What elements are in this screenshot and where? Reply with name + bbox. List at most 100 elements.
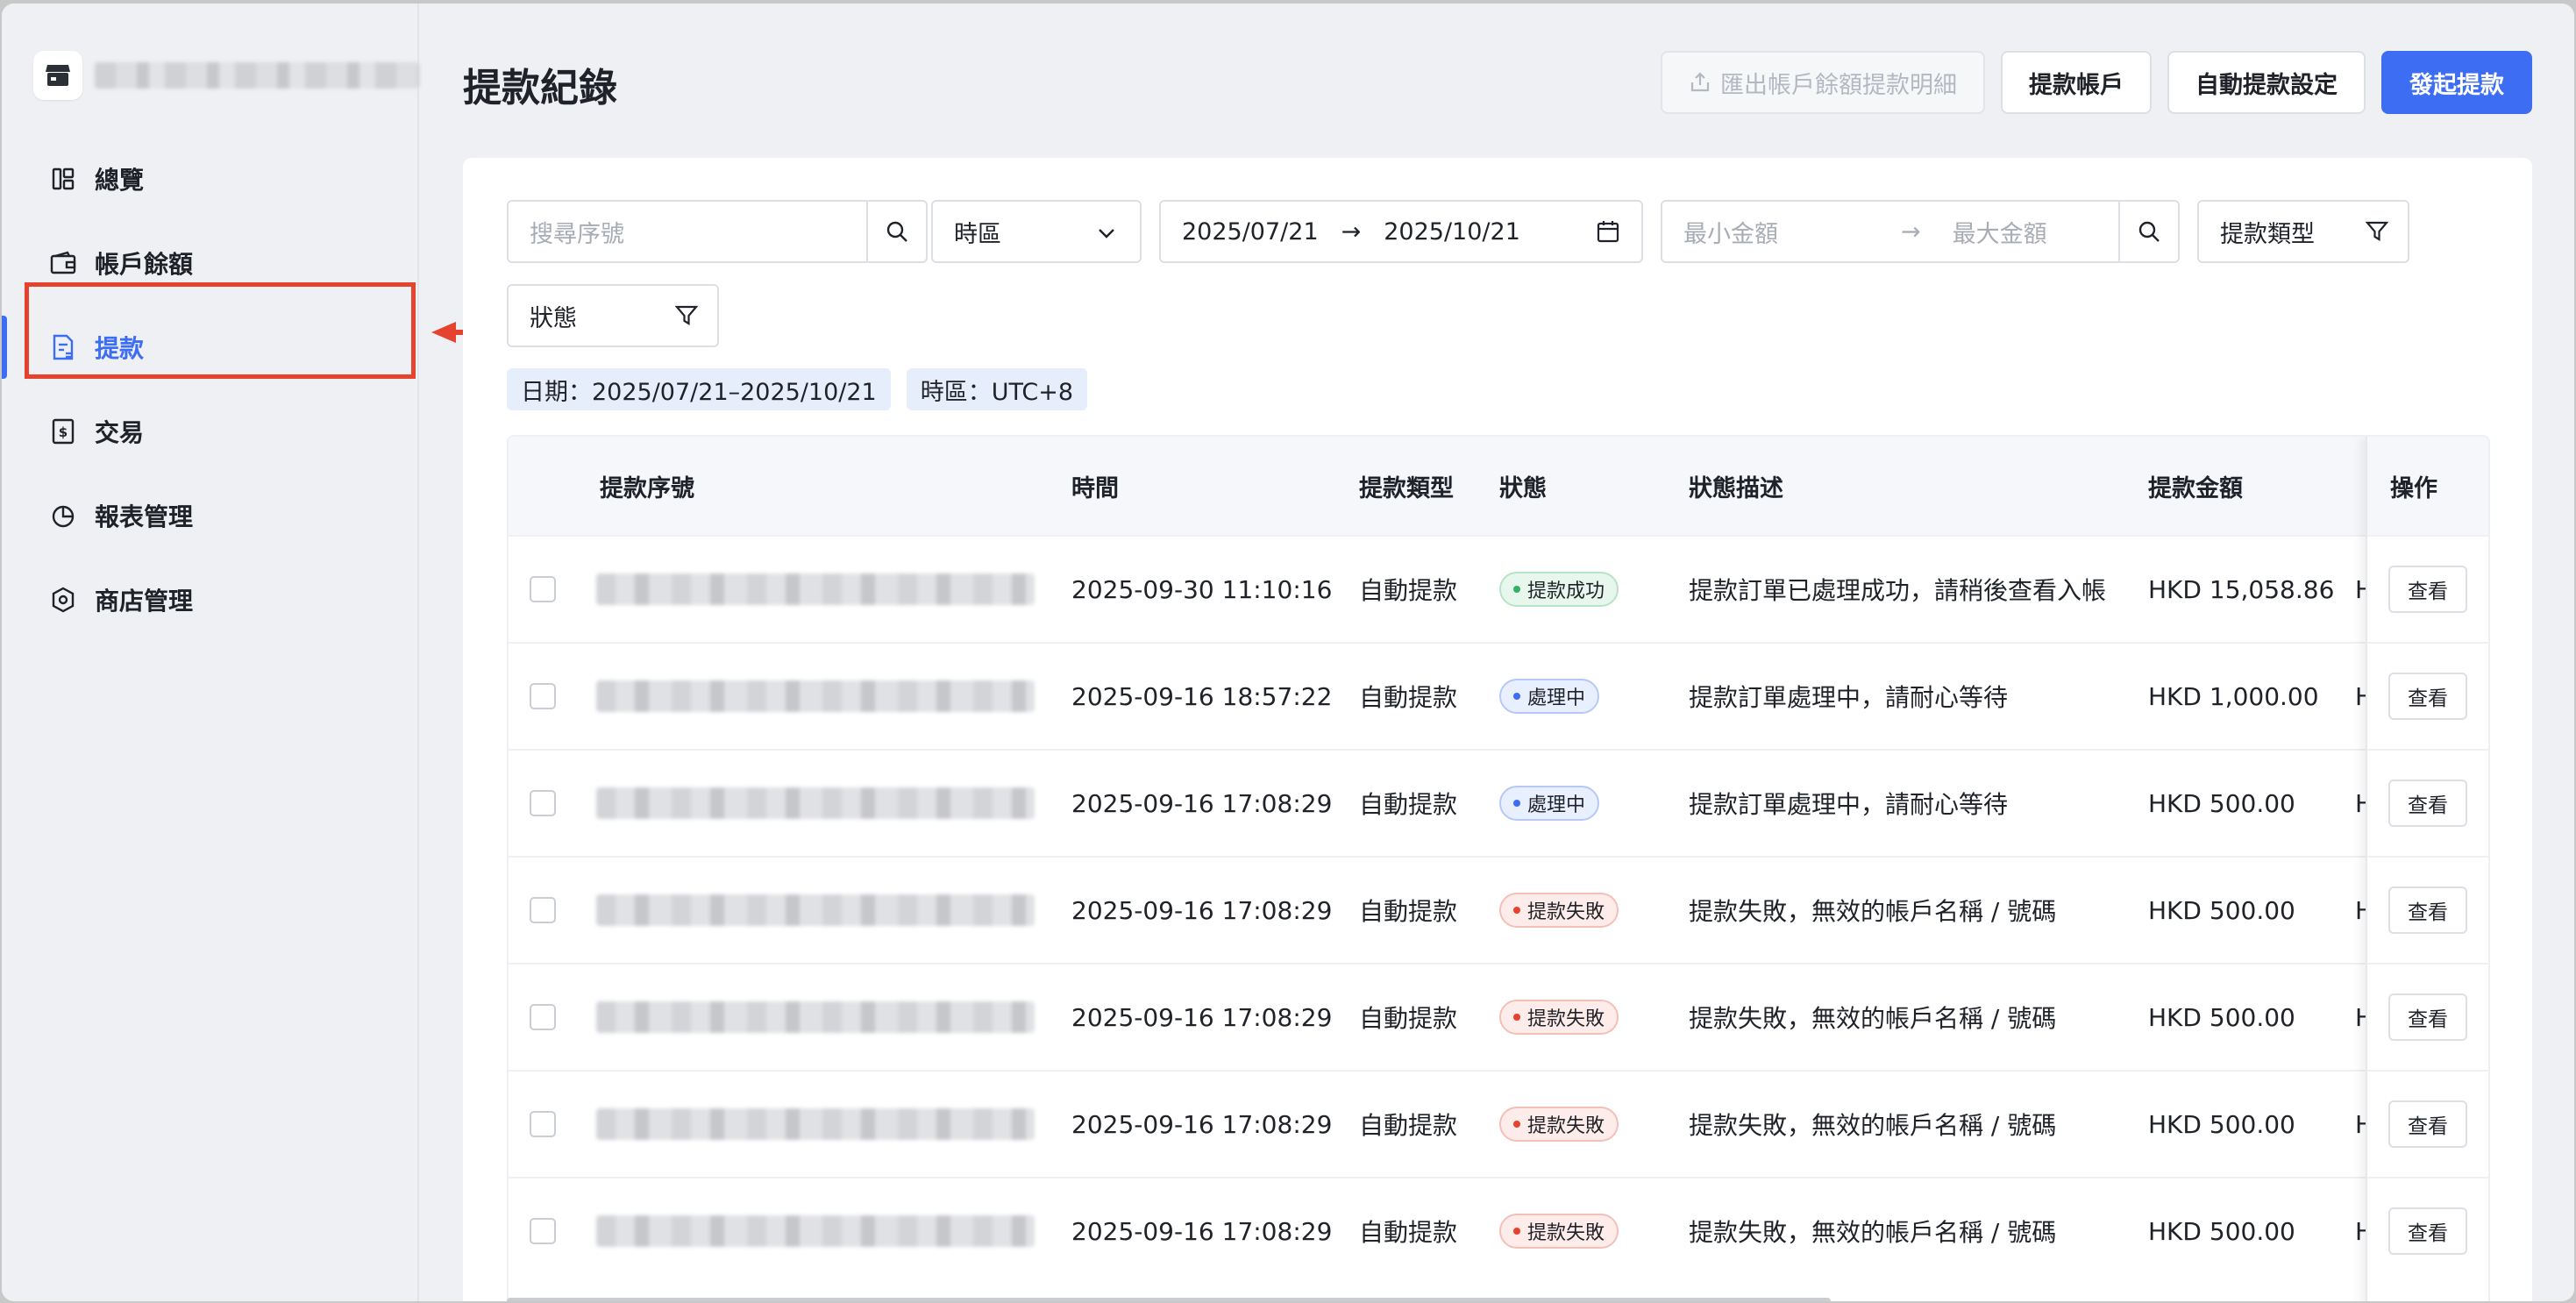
table-row[interactable]: 2025-09-16 18:57:22 自動提款 處理中 提款訂單處理中，請耐心等待 H… xyxy=(509,642,2488,749)
column-header-operation: 操作 xyxy=(2367,437,2488,535)
status-dot-icon xyxy=(1513,1121,1520,1128)
view-button[interactable]: 查看 xyxy=(2388,1100,2467,1148)
sidebar-item-label: 提款 xyxy=(95,334,145,363)
withdraw-account-button[interactable]: 提款帳戶 xyxy=(2001,51,2152,114)
timezone-select[interactable]: 時區 xyxy=(931,200,1142,263)
operation-cell: 查看 xyxy=(2367,749,2488,856)
operation-cell: 查看 xyxy=(2367,963,2488,1070)
row-time: 2025-09-16 18:57:22 xyxy=(1071,681,1333,711)
export-label: 匯出帳戶餘額提款明細 xyxy=(1720,71,1957,99)
withdraw-id-redacted xyxy=(596,787,1035,819)
min-amount-field[interactable]: 最小金額 xyxy=(1683,215,1778,249)
table-row[interactable]: 2025-09-16 17:08:29 自動提款 提款失敗 提款失敗，無效的帳戶名稱 … xyxy=(509,856,2488,963)
row-checkbox[interactable] xyxy=(530,790,556,816)
row-amount: HKD 500.00 xyxy=(2148,1002,2295,1032)
row-checkbox[interactable] xyxy=(530,683,556,709)
date-to: 2025/10/21 xyxy=(1384,217,1520,246)
row-description: 提款失敗，無效的帳戶名稱 / 號碼 xyxy=(1689,897,2057,926)
row-amount: HKD 1,000.00 xyxy=(2148,681,2319,711)
row-checkbox[interactable] xyxy=(530,1218,556,1244)
row-amount: HKD 500.00 xyxy=(2148,1109,2295,1139)
sidebar-item-transactions[interactable]: $ 交易 xyxy=(2,389,417,473)
auto-withdraw-settings-button[interactable]: 自動提款設定 xyxy=(2167,51,2366,114)
status-dot-icon xyxy=(1513,586,1520,593)
status-badge: 提款失敗 xyxy=(1499,893,1619,928)
column-header-id: 提款序號 xyxy=(600,474,694,502)
transaction-icon: $ xyxy=(49,417,77,445)
status-filter[interactable]: 狀態 xyxy=(507,284,719,347)
date-range-arrow-icon: → xyxy=(1341,217,1362,246)
sidebar-item-overview[interactable]: 總覽 xyxy=(2,137,417,221)
status-badge: 提款失敗 xyxy=(1499,1000,1619,1035)
withdraw-id-redacted xyxy=(596,1108,1035,1140)
row-checkbox[interactable] xyxy=(530,576,556,602)
status-badge: 提款失敗 xyxy=(1499,1214,1619,1249)
search-button[interactable] xyxy=(866,202,926,261)
table-row[interactable]: 2025-09-16 17:08:29 自動提款 提款失敗 提款失敗，無效的帳戶名稱 … xyxy=(509,963,2488,1070)
table-row[interactable]: 2025-09-30 11:10:16 自動提款 提款成功 提款訂單已處理成功，請稍後… xyxy=(509,535,2488,642)
search-icon xyxy=(2138,221,2160,242)
row-checkbox[interactable] xyxy=(530,1004,556,1030)
row-amount: HKD 500.00 xyxy=(2148,788,2295,818)
view-button[interactable]: 查看 xyxy=(2388,673,2467,720)
export-icon xyxy=(1690,72,1710,92)
row-time: 2025-09-16 17:08:29 xyxy=(1071,1216,1333,1246)
sidebar-item-store-management[interactable]: 商店管理 xyxy=(2,558,417,642)
row-checkbox[interactable] xyxy=(530,897,556,923)
table-row[interactable]: 2025-09-16 17:08:29 自動提款 提款失敗 提款失敗，無效的帳戶名稱 … xyxy=(509,1177,2488,1284)
view-button[interactable]: 查看 xyxy=(2388,1207,2467,1255)
amount-range-arrow-icon: → xyxy=(1901,217,1921,246)
view-button[interactable]: 查看 xyxy=(2388,780,2467,827)
date-range-picker[interactable]: 2025/07/21 → 2025/10/21 xyxy=(1159,200,1643,263)
row-checkbox[interactable] xyxy=(530,1111,556,1137)
amount-search-button[interactable] xyxy=(2118,202,2178,261)
row-time: 2025-09-16 17:08:29 xyxy=(1071,895,1333,925)
row-amount: HKD 500.00 xyxy=(2148,895,2295,925)
status-dot-icon xyxy=(1513,1014,1520,1021)
withdraw-id-redacted xyxy=(596,894,1035,926)
amount-range-input[interactable]: 最小金額 → 最大金額 xyxy=(1661,200,2180,263)
table-row[interactable]: 2025-09-16 17:08:29 自動提款 處理中 提款訂單處理中，請耐心等待 H… xyxy=(509,749,2488,856)
row-type: 自動提款 xyxy=(1359,683,1458,712)
active-indicator xyxy=(2,316,7,379)
column-header-status: 狀態 xyxy=(1499,474,1547,502)
date-filter-tag: 日期：2025/07/21–2025/10/21 xyxy=(507,368,891,410)
row-amount: HKD 15,058.86 xyxy=(2148,574,2335,604)
withdraw-id-redacted xyxy=(596,680,1035,712)
svg-text:$: $ xyxy=(59,424,68,440)
header-actions: 匯出帳戶餘額提款明細 提款帳戶 自動提款設定 發起提款 xyxy=(1661,51,2532,114)
row-time: 2025-09-16 17:08:29 xyxy=(1071,1002,1333,1032)
status-dot-icon xyxy=(1513,800,1520,807)
status-badge: 處理中 xyxy=(1499,786,1600,821)
operation-column: 操作 查看 查看 查看 查看 查看 查看 查看 xyxy=(2366,437,2488,1301)
table-row[interactable]: 2025-09-16 17:08:29 自動提款 提款失敗 提款失敗，無效的帳戶名稱 … xyxy=(509,1070,2488,1177)
row-type: 自動提款 xyxy=(1359,1218,1458,1247)
store-header[interactable] xyxy=(33,51,419,100)
horizontal-scrollbar[interactable] xyxy=(507,1298,1831,1301)
search-placeholder: 搜尋序號 xyxy=(530,220,624,248)
filter-icon xyxy=(2366,221,2388,241)
max-amount-field[interactable]: 最大金額 xyxy=(1953,215,2047,249)
sidebar-item-balance[interactable]: 帳戶餘額 xyxy=(2,221,417,305)
active-filter-tags: 日期：2025/07/21–2025/10/21 時區：UTC+8 xyxy=(507,368,1088,410)
row-time: 2025-09-30 11:10:16 xyxy=(1071,574,1333,604)
sidebar-item-reports[interactable]: 報表管理 xyxy=(2,473,417,558)
export-button[interactable]: 匯出帳戶餘額提款明細 xyxy=(1661,51,1985,114)
wallet-icon xyxy=(49,249,77,277)
sidebar-item-label: 總覽 xyxy=(95,166,145,195)
withdraw-type-filter[interactable]: 提款類型 xyxy=(2197,200,2409,263)
view-button[interactable]: 查看 xyxy=(2388,993,2467,1041)
operation-cells: 查看 查看 查看 查看 查看 查看 查看 xyxy=(2367,535,2488,1284)
status-badge: 提款成功 xyxy=(1499,572,1619,607)
filter-icon xyxy=(675,305,698,325)
sidebar-item-withdraw[interactable]: 提款 xyxy=(2,305,417,389)
row-type: 自動提款 xyxy=(1359,790,1458,819)
view-button[interactable]: 查看 xyxy=(2388,886,2467,934)
view-button[interactable]: 查看 xyxy=(2388,566,2467,613)
row-description: 提款失敗，無效的帳戶名稱 / 號碼 xyxy=(1689,1004,2057,1033)
initiate-withdraw-button[interactable]: 發起提款 xyxy=(2381,51,2532,114)
sidebar-item-label: 帳戶餘額 xyxy=(95,250,194,279)
status-badge: 提款失敗 xyxy=(1499,1107,1619,1142)
search-input[interactable]: 搜尋序號 xyxy=(507,200,928,263)
chevron-down-icon xyxy=(1099,229,1114,239)
